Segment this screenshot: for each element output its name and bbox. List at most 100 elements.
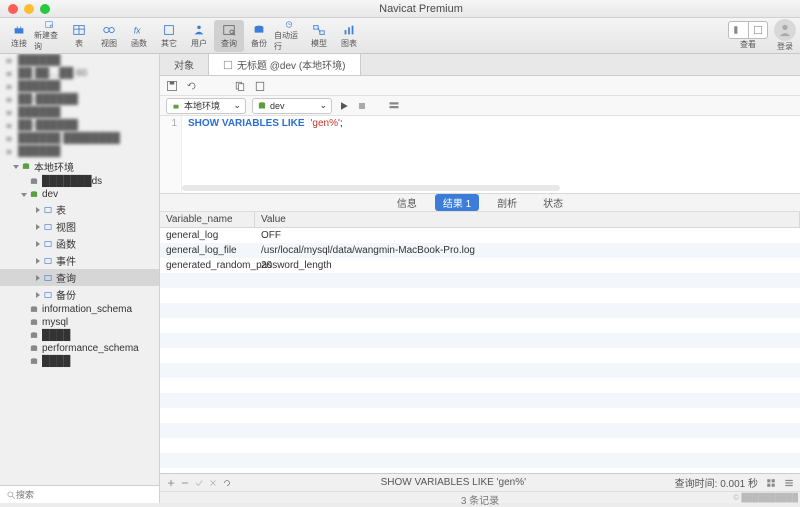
tree-label: mysql xyxy=(42,317,68,328)
sidebar-search[interactable] xyxy=(0,485,159,503)
cell: general_log_file xyxy=(160,243,255,258)
column-header[interactable]: Variable_name xyxy=(160,212,255,227)
expand-arrow[interactable] xyxy=(36,275,40,281)
connection-item[interactable]: ██████ xyxy=(0,54,159,67)
copy-icon[interactable] xyxy=(234,80,246,92)
status-query: SHOW VARIABLES LIKE 'gen%' xyxy=(232,477,675,488)
refresh-icon[interactable] xyxy=(222,478,232,488)
tree-db[interactable]: performance_schema xyxy=(0,342,159,355)
toolbar-other[interactable]: 其它 xyxy=(154,20,184,52)
connection-item[interactable]: ██████ xyxy=(0,106,159,119)
query-icon xyxy=(221,23,237,37)
minimize-window[interactable] xyxy=(24,4,34,14)
result-tab[interactable]: 结果 1 xyxy=(435,194,479,211)
toolbar-user[interactable]: 用户 xyxy=(184,20,214,52)
tree-backup[interactable]: 备份 xyxy=(0,286,159,303)
toolbar-model[interactable]: 模型 xyxy=(304,20,334,52)
run-icon[interactable] xyxy=(338,100,350,112)
tree-event[interactable]: 事件 xyxy=(0,252,159,269)
connection-item[interactable]: ██ ██…██ 60 xyxy=(0,67,159,80)
toolbar-chart[interactable]: 图表 xyxy=(334,20,364,52)
toolbar-query[interactable]: 查询 xyxy=(214,20,244,52)
status-bar: SHOW VARIABLES LIKE 'gen%' 查询时间: 0.001 秒 xyxy=(160,473,800,491)
backup-icon xyxy=(251,23,267,37)
table-row[interactable]: general_log_file/usr/local/mysql/data/wa… xyxy=(160,243,800,258)
undo-icon[interactable] xyxy=(186,80,198,92)
result-tab[interactable]: 信息 xyxy=(389,194,425,211)
table-row[interactable]: generated_random_password_length20 xyxy=(160,258,800,273)
user-avatar[interactable] xyxy=(774,19,796,41)
tab-query[interactable]: 无标题 @dev (本地环境) xyxy=(209,54,361,75)
result-tab[interactable]: 状态 xyxy=(535,194,571,211)
toolbar-label: 函数 xyxy=(131,38,147,49)
explain-icon[interactable] xyxy=(388,100,400,112)
connection-item[interactable]: ██-██████ xyxy=(0,119,159,132)
tree-db[interactable]: ████ xyxy=(0,329,159,342)
expand-arrow[interactable] xyxy=(36,207,40,213)
other-icon xyxy=(161,23,177,37)
tree-icon xyxy=(21,162,31,172)
expand-arrow[interactable] xyxy=(36,224,40,230)
tree-db[interactable]: mysql xyxy=(0,316,159,329)
chevron-down-icon: ⌄ xyxy=(233,100,241,111)
add-icon[interactable] xyxy=(166,478,176,488)
result-grid[interactable]: Variable_name Value general_logOFFgenera… xyxy=(160,212,800,473)
toolbar-connect[interactable]: 连接 xyxy=(4,20,34,52)
connection-item[interactable]: ██████ xyxy=(0,80,159,93)
tree-db[interactable]: information_schema xyxy=(0,303,159,316)
paste-icon[interactable] xyxy=(254,80,266,92)
column-header[interactable]: Value xyxy=(255,212,800,227)
sidebar-search-input[interactable] xyxy=(16,490,153,500)
table-icon xyxy=(71,23,87,37)
toolbar-automation[interactable]: 自动运行 xyxy=(274,20,304,52)
view-toggle[interactable] xyxy=(728,21,768,39)
tree-view[interactable]: 视图 xyxy=(0,218,159,235)
tree-db[interactable]: ████ xyxy=(0,355,159,368)
result-tab[interactable]: 剖析 xyxy=(489,194,525,211)
sql-code[interactable]: SHOW VARIABLES LIKE 'gen%'; xyxy=(182,116,349,193)
tree-label: performance_schema xyxy=(42,343,139,354)
toolbar-new-query[interactable]: 新建查询 xyxy=(34,20,64,52)
env-selector[interactable]: 本地环境 ⌄ xyxy=(166,98,246,114)
function-icon: fx xyxy=(131,23,147,37)
horizontal-scrollbar[interactable] xyxy=(182,185,560,191)
check-icon[interactable] xyxy=(194,478,204,488)
connection-item[interactable]: ██-██████ xyxy=(0,93,159,106)
form-view-icon[interactable] xyxy=(784,478,794,488)
tree-db[interactable]: ███████ds xyxy=(0,175,159,188)
tab-objects[interactable]: 对象 xyxy=(160,54,209,75)
grid-view-icon[interactable] xyxy=(766,478,776,488)
toolbar-label: 其它 xyxy=(161,38,177,49)
tree-fx[interactable]: 函数 xyxy=(0,235,159,252)
db-selector[interactable]: dev ⌄ xyxy=(252,98,332,114)
tree-label: dev xyxy=(42,189,58,200)
toolbar-label: 用户 xyxy=(191,38,207,49)
maximize-window[interactable] xyxy=(40,4,50,14)
connection-item[interactable]: ██████ xyxy=(0,145,159,158)
tree-env[interactable]: 本地环境 xyxy=(0,158,159,175)
expand-arrow[interactable] xyxy=(21,193,27,197)
expand-arrow[interactable] xyxy=(36,258,40,264)
fx-icon xyxy=(43,239,53,249)
chart-icon xyxy=(341,23,357,37)
tree-label: 函数 xyxy=(56,236,76,251)
save-icon[interactable] xyxy=(166,80,178,92)
x-icon[interactable] xyxy=(208,478,218,488)
toolbar-function[interactable]: fx函数 xyxy=(124,20,154,52)
close-window[interactable] xyxy=(8,4,18,14)
toolbar-view[interactable]: 视图 xyxy=(94,20,124,52)
sql-editor[interactable]: 1 SHOW VARIABLES LIKE 'gen%'; xyxy=(160,116,800,194)
tree-table[interactable]: 表 xyxy=(0,201,159,218)
expand-arrow[interactable] xyxy=(36,292,40,298)
table-row[interactable]: general_logOFF xyxy=(160,228,800,243)
remove-icon[interactable] xyxy=(180,478,190,488)
stop-icon[interactable] xyxy=(356,100,368,112)
expand-arrow[interactable] xyxy=(36,241,40,247)
expand-arrow[interactable] xyxy=(13,165,19,169)
connection-item[interactable]: ██████ ████████ xyxy=(0,132,159,145)
tree-query[interactable]: 查询 xyxy=(0,269,159,286)
tree-db-dev[interactable]: dev xyxy=(0,188,159,201)
cell: OFF xyxy=(255,228,800,243)
toolbar-table[interactable]: 表 xyxy=(64,20,94,52)
toolbar-backup[interactable]: 备份 xyxy=(244,20,274,52)
